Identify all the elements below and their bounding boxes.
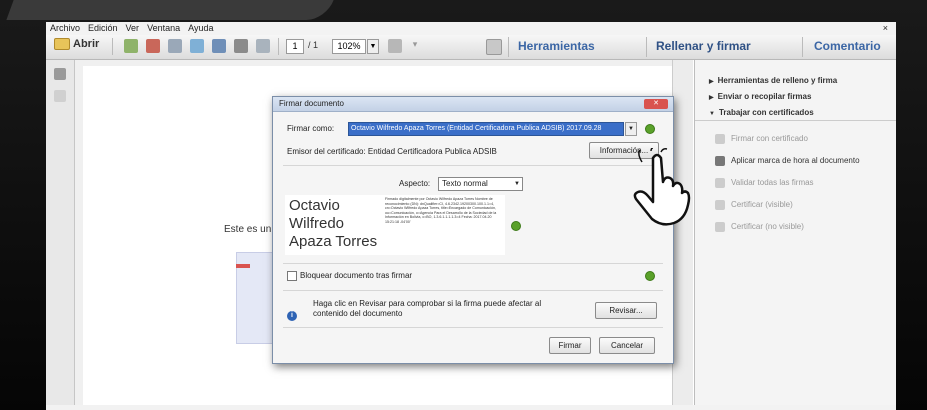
action-marca-hora[interactable]: Aplicar marca de hora al documento: [715, 156, 860, 166]
signature-detail-text: Firmado digitalmente por Octavio Wilfred…: [385, 197, 497, 224]
rellenar-link[interactable]: Rellenar y firmar: [656, 39, 751, 53]
page-total: / 1: [308, 40, 319, 50]
section-relleno[interactable]: ▶ Herramientas de relleno y firma: [709, 76, 837, 85]
signature-name-line: Apaza Torres: [289, 233, 378, 250]
chevron-down-icon[interactable]: ▼: [625, 122, 637, 136]
folder-icon: [54, 38, 70, 51]
action-label: Firmar con certificado: [731, 134, 808, 144]
toolbar-separator: [646, 37, 647, 57]
save-icon[interactable]: [212, 39, 226, 53]
zoom-tool-icon[interactable]: [388, 39, 402, 53]
sign-button[interactable]: Firmar: [549, 337, 591, 354]
dialog-titlebar: Firmar documento ✕: [273, 97, 673, 112]
bezel-bottom: [46, 405, 896, 410]
chevron-down-icon: ▼: [514, 181, 520, 187]
action-certificar-no-visible[interactable]: Certificar (no visible): [715, 222, 804, 232]
triangle-right-icon: ▶: [709, 79, 714, 85]
menu-edicion[interactable]: Edición: [84, 22, 122, 33]
hand-pointer-icon: [633, 148, 691, 226]
menu-ventana[interactable]: Ventana: [143, 22, 184, 33]
action-label: Certificar (no visible): [731, 222, 804, 232]
dialog-divider: [283, 165, 663, 166]
toolbar-separator: [508, 37, 509, 57]
menu-ayuda[interactable]: Ayuda: [184, 22, 217, 33]
issuer-text: Emisor del certificado: Entidad Certific…: [287, 147, 497, 156]
dialog-divider: [283, 290, 663, 291]
section-label: Herramientas de relleno y firma: [717, 76, 838, 85]
status-ok-icon: [645, 271, 655, 281]
certificate-icon: [715, 222, 725, 232]
triangle-right-icon: ▶: [709, 95, 714, 101]
action-validar-firmas[interactable]: Validar todas las firmas: [715, 178, 814, 188]
dialog-close-icon[interactable]: ✕: [644, 99, 668, 109]
email-icon[interactable]: [256, 39, 270, 53]
status-ok-icon: [645, 124, 655, 134]
dialog-divider: [283, 327, 663, 328]
dialog-title: Firmar documento: [279, 99, 344, 108]
panel-divider: [695, 120, 896, 121]
action-label: Validar todas las firmas: [731, 178, 814, 188]
triangle-down-icon: ▼: [709, 111, 715, 117]
signature-marker: [236, 264, 250, 268]
section-certificados[interactable]: ▼ Trabajar con certificados: [709, 108, 814, 117]
info-icon: i: [287, 311, 297, 321]
open-label: Abrir: [73, 38, 100, 50]
document-scrollbar[interactable]: [672, 60, 693, 405]
sign-document-dialog: Firmar documento ✕ Firmar como: Octavio …: [272, 96, 674, 364]
clock-icon: [715, 156, 725, 166]
toolbar-separator: [112, 38, 113, 55]
sign-as-label: Firmar como:: [287, 124, 335, 133]
lock-document-label: Bloquear documento tras firmar: [300, 271, 413, 280]
toolbar-separator: [278, 38, 279, 55]
signature-preview: Octavio Wilfredo Apaza Torres Firmado di…: [285, 195, 505, 255]
create-pdf-icon[interactable]: [124, 39, 138, 53]
review-text: Haga clic en Revisar para comprobar si l…: [313, 299, 542, 318]
page-number-input[interactable]: 1: [286, 39, 304, 54]
aspect-select[interactable]: Texto normal ▼: [438, 177, 523, 191]
sign-as-select[interactable]: Octavio Wilfredo Apaza Torres (Entidad C…: [348, 122, 624, 136]
zoom-input[interactable]: 102%: [332, 39, 366, 54]
action-certificar-visible[interactable]: Certificar (visible): [715, 200, 793, 210]
section-label: Trabajar con certificados: [718, 108, 814, 117]
certificate-icon: [715, 200, 725, 210]
toolbar: Abrir 1 / 1 102% ▼ ▾ Herramientas Rellen…: [46, 35, 896, 60]
bezel-highlight: [6, 0, 334, 20]
attachments-icon[interactable]: [54, 90, 66, 102]
tools-panel: ▶ Herramientas de relleno y firma ▶ Enviar…: [694, 60, 896, 405]
edit-icon[interactable]: [168, 39, 182, 53]
convert-icon[interactable]: [146, 39, 160, 53]
navigation-sidebar: [46, 60, 75, 405]
toolbar-separator: [802, 37, 803, 57]
section-label: Enviar o recopilar firmas: [717, 92, 812, 101]
lock-document-checkbox[interactable]: [287, 271, 297, 281]
page-thumbnails-icon[interactable]: [54, 68, 66, 80]
validate-icon: [715, 178, 725, 188]
signature-name-line: Octavio: [289, 197, 340, 214]
menu-archivo[interactable]: Archivo: [46, 22, 84, 33]
cancel-button[interactable]: Cancelar: [599, 337, 655, 354]
menu-ver[interactable]: Ver: [122, 22, 144, 33]
signature-name-line: Wilfredo: [289, 215, 345, 232]
dialog-divider: [283, 263, 663, 264]
menu-bar: Archivo Edición Ver Ventana Ayuda ×: [46, 22, 896, 35]
action-label: Aplicar marca de hora al documento: [731, 156, 860, 166]
aspect-label: Aspecto:: [399, 179, 431, 188]
sign-tool-icon[interactable]: [486, 39, 502, 55]
cloud-icon[interactable]: [190, 39, 204, 53]
action-firmar-certificado[interactable]: Firmar con certificado: [715, 134, 808, 144]
window-close-icon[interactable]: ×: [879, 22, 892, 33]
review-button[interactable]: Revisar...: [595, 302, 657, 319]
section-enviar[interactable]: ▶ Enviar o recopilar firmas: [709, 92, 811, 101]
zoom-dropdown-icon[interactable]: ▼: [367, 39, 379, 54]
pen-icon: [715, 134, 725, 144]
status-ok-icon: [511, 221, 521, 231]
herramientas-link[interactable]: Herramientas: [518, 39, 595, 53]
more-icon[interactable]: ▾: [408, 39, 422, 53]
action-label: Certificar (visible): [731, 200, 793, 210]
comentario-link[interactable]: Comentario: [814, 39, 881, 53]
open-button[interactable]: Abrir: [54, 38, 100, 51]
print-icon[interactable]: [234, 39, 248, 53]
aspect-value: Texto normal: [442, 179, 488, 188]
